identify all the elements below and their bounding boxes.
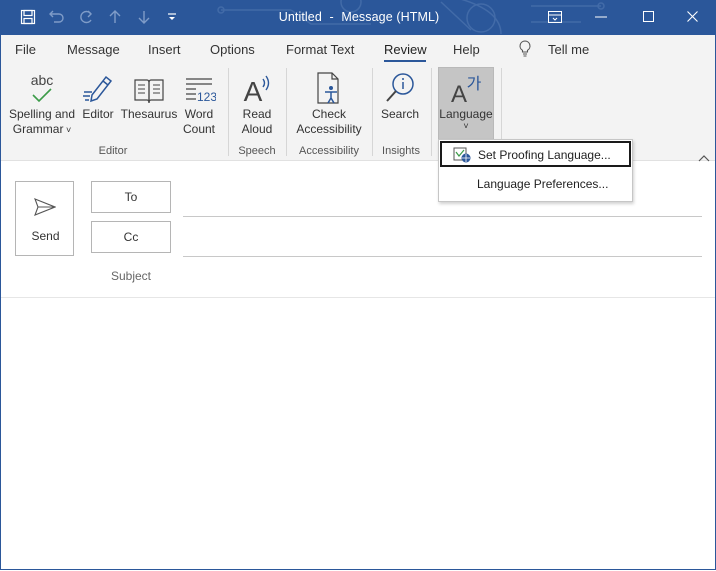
lightbulb-icon[interactable] — [519, 40, 531, 60]
language-label: Language — [439, 107, 493, 121]
send-label: Send — [31, 229, 60, 243]
editor-pen-icon — [79, 69, 117, 105]
message-body[interactable] — [1, 298, 715, 568]
search-icon — [378, 69, 422, 105]
to-button[interactable]: To — [91, 181, 171, 213]
thesaurus-label: Thesaurus — [120, 107, 178, 121]
language-preferences-label: Language Preferences... — [477, 177, 609, 191]
word-count-icon-text: 123 — [197, 90, 216, 104]
group-separator — [431, 68, 432, 156]
maximize-icon[interactable] — [625, 0, 671, 33]
title-bar: Untitled - Message (HTML) — [1, 0, 715, 35]
send-icon — [34, 198, 56, 216]
language-chevron-down-icon: ˅ — [463, 121, 469, 131]
send-button[interactable]: Send — [15, 181, 74, 256]
group-label-insights: Insights — [382, 145, 420, 157]
word-count-label-line2: Count — [182, 122, 216, 136]
search-label: Search — [380, 107, 420, 121]
word-count-button[interactable]: 123 Word Count — [179, 69, 219, 137]
spelling-label-line2-wrap: Grammar ˅ — [7, 122, 77, 138]
group-separator — [372, 68, 373, 156]
accessibility-icon — [292, 69, 366, 105]
menu-bar: File Message Insert Options Format Text … — [1, 35, 715, 63]
to-field[interactable] — [183, 216, 702, 217]
title-document: Untitled — [278, 10, 322, 24]
check-accessibility-label-line2: Accessibility — [296, 122, 362, 136]
thesaurus-button[interactable]: Thesaurus — [119, 69, 179, 122]
word-count-label-line1: Word — [184, 107, 214, 121]
search-button[interactable]: Search — [378, 69, 422, 122]
ribbon-display-options-icon[interactable] — [532, 0, 578, 33]
tab-file[interactable]: File — [15, 42, 36, 57]
set-proofing-language-label: Set Proofing Language... — [478, 148, 611, 162]
group-label-speech: Speech — [238, 145, 276, 157]
tab-format-text[interactable]: Format Text — [286, 42, 354, 57]
language-icon-letter: A — [451, 81, 467, 105]
check-accessibility-button[interactable]: Check Accessibility — [292, 69, 366, 137]
language-dropdown-menu: Set Proofing Language... Language Prefer… — [438, 139, 633, 202]
tab-message[interactable]: Message — [67, 42, 120, 57]
cc-label: Cc — [123, 230, 139, 244]
group-separator — [286, 68, 287, 156]
spelling-label-line1: Spelling and — [8, 107, 76, 121]
read-aloud-button[interactable]: A Read Aloud — [235, 69, 279, 137]
close-icon[interactable] — [669, 0, 715, 33]
proofing-language-icon — [453, 147, 471, 163]
spelling-icon-text: abc — [31, 72, 54, 88]
chevron-down-icon: ˅ — [63, 125, 72, 135]
group-label-accessibility: Accessibility — [299, 145, 359, 157]
svg-text:A: A — [244, 76, 263, 105]
language-preferences-item[interactable]: Language Preferences... — [440, 171, 631, 197]
tell-me-search[interactable]: Tell me — [548, 42, 589, 57]
editor-label: Editor — [82, 107, 114, 121]
subject-label: Subject — [110, 269, 152, 283]
group-separator — [228, 68, 229, 156]
check-accessibility-label-line1: Check — [311, 107, 346, 121]
book-icon — [119, 69, 179, 105]
cc-button[interactable]: Cc — [91, 221, 171, 253]
tab-help[interactable]: Help — [453, 42, 480, 57]
tab-review[interactable]: Review — [384, 42, 427, 57]
language-button[interactable]: A 가 Language ˅ — [438, 69, 494, 131]
editor-button[interactable]: Editor — [79, 69, 117, 122]
title-type: Message (HTML) — [341, 10, 440, 24]
active-tab-indicator — [384, 60, 426, 62]
title-separator: - — [329, 10, 334, 24]
group-label-editor: Editor — [98, 145, 128, 157]
outlook-message-window: Untitled - Message (HTML) File Message I… — [0, 0, 716, 570]
tab-insert[interactable]: Insert — [148, 42, 181, 57]
spelling-label-line2: Grammar — [12, 122, 64, 136]
subject-field[interactable] — [183, 262, 702, 292]
read-aloud-label-line2: Aloud — [241, 122, 273, 136]
collapse-ribbon-icon[interactable] — [698, 149, 710, 167]
set-proofing-language-item[interactable]: Set Proofing Language... — [440, 141, 631, 167]
language-icon-glyph: 가 — [467, 74, 482, 93]
spelling-check-icon: abc — [7, 69, 77, 105]
language-icon: A 가 — [438, 69, 494, 105]
read-aloud-icon: A — [235, 69, 279, 105]
tab-options[interactable]: Options — [210, 42, 255, 57]
minimize-icon[interactable] — [578, 0, 624, 33]
read-aloud-label-line1: Read — [242, 107, 272, 121]
to-label: To — [124, 190, 138, 204]
cc-field[interactable] — [183, 256, 702, 257]
spelling-grammar-button[interactable]: abc Spelling and Grammar ˅ — [7, 69, 77, 138]
word-count-icon: 123 — [179, 69, 219, 105]
